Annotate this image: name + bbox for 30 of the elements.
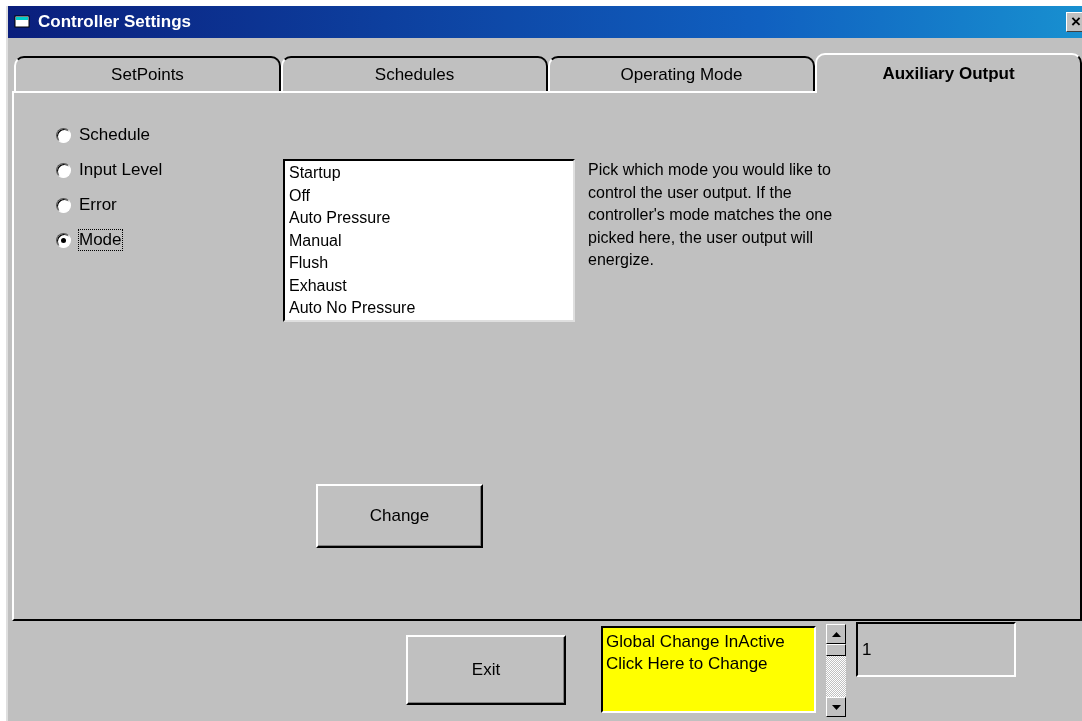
tab[interactable]: SetPoints (14, 56, 281, 91)
tab[interactable]: Operating Mode (548, 56, 815, 91)
radio-option[interactable]: Error (56, 193, 283, 217)
exit-button[interactable]: Exit (406, 635, 566, 705)
scroll-up-button[interactable] (826, 624, 846, 644)
down-arrow-icon (831, 704, 841, 710)
list-item[interactable]: Flush (289, 252, 569, 275)
window-title: Controller Settings (38, 12, 192, 32)
global-change-box[interactable]: Global Change InActive Click Here to Change (601, 626, 816, 713)
radio-option[interactable]: Schedule (56, 123, 283, 147)
scroll-bar[interactable] (826, 624, 846, 717)
list-item[interactable]: Auto Pressure (289, 207, 569, 230)
list-item[interactable]: Exhaust (289, 274, 569, 297)
list-item[interactable]: Off (289, 184, 569, 207)
tab[interactable]: Auxiliary Output (815, 53, 1082, 93)
up-arrow-icon (831, 631, 841, 637)
scroll-thumb[interactable] (826, 644, 846, 656)
list-item[interactable]: Manual (289, 229, 569, 252)
mode-list[interactable]: Startup Off Auto Pressure Manual Flush Exhaust Auto No Pressure (283, 159, 575, 322)
list-item[interactable]: Auto No Pressure (289, 297, 569, 320)
list-item[interactable]: Startup (289, 162, 569, 185)
counter-field[interactable]: 1 (856, 622, 1016, 677)
tab[interactable]: Schedules (281, 56, 548, 91)
radio-option[interactable]: Input Level (56, 158, 283, 182)
scroll-down-button[interactable] (826, 697, 846, 717)
window-icon (14, 15, 32, 29)
description-text: Pick which mode you would like to control the user output. If the controller's mode matches the one picked here, the user output will energize. (588, 160, 834, 270)
radio-option[interactable]: Mode (56, 228, 283, 252)
close-button[interactable]: × (1066, 12, 1082, 32)
change-button[interactable]: Change (316, 484, 483, 548)
